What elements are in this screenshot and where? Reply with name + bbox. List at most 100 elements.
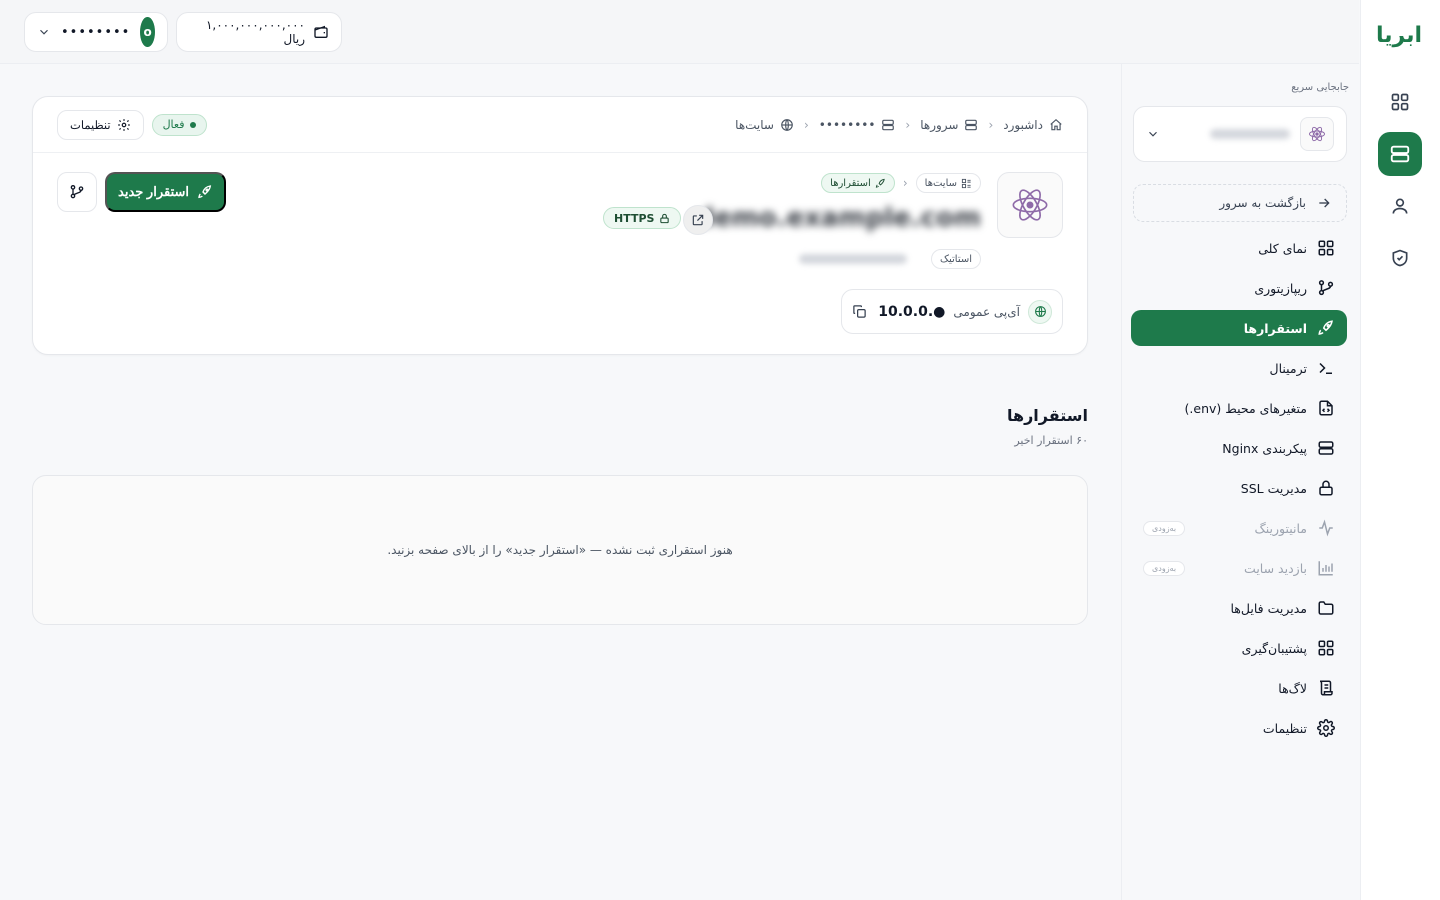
lock-icon <box>659 213 670 224</box>
icon-rail: ابریا <box>1360 0 1440 900</box>
nav-label: نمای کلی <box>1258 240 1307 256</box>
grid-icon <box>1390 92 1410 112</box>
server-icon <box>1317 439 1335 457</box>
home-icon <box>1049 118 1063 132</box>
brand-logo[interactable]: ابریا <box>1368 20 1430 50</box>
arrow-right-icon <box>1316 195 1332 211</box>
nav-site-visits: بازدید سایت به‌زودی <box>1131 550 1347 586</box>
breadcrumb-servers[interactable]: سرورها <box>920 118 978 132</box>
nav-env-vars[interactable]: متغیرهای محیط (env.) <box>1131 390 1347 426</box>
breadcrumb-dashboard[interactable]: داشبورد <box>1003 118 1063 132</box>
nav-label: تنظیمات <box>1262 720 1307 736</box>
chevron-down-icon <box>37 25 51 39</box>
nav-label: مدیریت فایل‌ها <box>1230 600 1308 616</box>
chevron-left-icon: ‹ <box>902 176 908 190</box>
quick-switch-dropdown[interactable] <box>1133 106 1347 162</box>
globe-icon <box>1028 299 1052 324</box>
nav-label: پیکربندی Nginx <box>1222 440 1307 456</box>
rail-servers-button[interactable] <box>1378 132 1422 176</box>
chevron-down-icon <box>1146 127 1160 141</box>
rail-dashboard-button[interactable] <box>1378 80 1422 124</box>
nav-backups[interactable]: پشتیبان‌گیری <box>1131 630 1347 666</box>
deployments-subtitle: ۶۰ استقرار اخیر <box>1014 434 1088 447</box>
soon-badge: به‌زودی <box>1143 520 1186 536</box>
bar-chart-icon <box>1317 559 1335 577</box>
ip-value: 10.0.0.● <box>878 303 946 320</box>
branch-button[interactable] <box>57 172 97 212</box>
top-bar: ۱,۰۰۰,۰۰۰,۰۰۰,۰۰۰ ریال o •••••••• <box>0 0 1359 64</box>
globe-icon <box>780 118 794 132</box>
terminal-icon <box>1317 359 1335 377</box>
nav-file-manager[interactable]: مدیریت فایل‌ها <box>1131 590 1347 626</box>
server-icon <box>1389 143 1411 165</box>
nav-label: استقرارها <box>1243 320 1307 336</box>
user-menu[interactable]: o •••••••• <box>24 12 168 52</box>
rocket-icon <box>875 178 886 189</box>
nav-ssl[interactable]: مدیریت SSL <box>1131 470 1347 506</box>
nav-logs[interactable]: لاگ‌ها <box>1131 670 1347 706</box>
breadcrumb-label: •••••••• <box>818 117 876 132</box>
card-header: داشبورد ‹ سرورها ‹ •••••••• ‹ سایت‌ها تن… <box>33 97 1087 153</box>
activity-icon <box>1317 519 1335 537</box>
status-dot <box>190 121 197 128</box>
breadcrumb-label: سایت‌ها <box>735 117 774 132</box>
user-name: •••••••• <box>61 24 131 40</box>
external-link-icon <box>691 213 705 227</box>
user-icon <box>1390 196 1410 216</box>
new-deploy-label: استقرار جدید <box>118 184 189 199</box>
nav-label: بازدید سایت <box>1244 560 1307 576</box>
rail-account-button[interactable] <box>1378 184 1422 228</box>
site-title: demo.example.com <box>695 203 981 233</box>
nav-repository[interactable]: ریپازیتوری <box>1131 270 1347 306</box>
wallet-icon <box>313 24 329 40</box>
nav-label: مدیریت SSL <box>1240 480 1307 496</box>
breadcrumb-label: داشبورد <box>1003 117 1043 132</box>
chip-label: استقرارها <box>830 177 871 189</box>
chevron-left-icon: ‹ <box>905 117 911 132</box>
nav-label: لاگ‌ها <box>1278 680 1307 696</box>
site-mini-breadcrumb: سایت‌ها ‹ استقرارها <box>821 173 981 193</box>
list-icon <box>961 178 972 189</box>
file-code-icon <box>1317 399 1335 417</box>
git-branch-icon <box>69 184 85 200</box>
status-label: فعال <box>162 118 185 131</box>
react-icon <box>1300 117 1334 151</box>
rocket-icon <box>1317 319 1335 337</box>
nav-label: پشتیبان‌گیری <box>1241 640 1307 656</box>
chip-sites[interactable]: سایت‌ها <box>915 173 981 193</box>
breadcrumb: داشبورد ‹ سرورها ‹ •••••••• ‹ سایت‌ها <box>735 118 1063 132</box>
nav-settings[interactable]: تنظیمات <box>1131 710 1347 746</box>
server-icon <box>964 118 978 132</box>
site-logo <box>997 172 1063 238</box>
gear-icon <box>117 118 131 132</box>
wallet-balance[interactable]: ۱,۰۰۰,۰۰۰,۰۰۰,۰۰۰ ریال <box>176 12 342 52</box>
deployments-empty-state: هنوز استقراری ثبت نشده — «استقرار جدید» … <box>32 475 1088 625</box>
lock-icon <box>1317 479 1335 497</box>
new-deploy-button[interactable]: استقرار جدید <box>105 172 226 212</box>
status-badge: فعال <box>151 113 208 136</box>
nav-nginx[interactable]: پیکربندی Nginx <box>1131 430 1347 466</box>
open-site-button[interactable] <box>683 205 713 235</box>
grid-icon <box>1317 239 1335 257</box>
ip-label: آی‌پی عمومی <box>953 304 1020 319</box>
chevron-left-icon: ‹ <box>803 117 809 132</box>
public-ip-box: آی‌پی عمومی 10.0.0.● <box>841 289 1063 334</box>
nav-overview[interactable]: نمای کلی <box>1131 230 1347 266</box>
react-icon <box>1010 185 1050 225</box>
https-label: HTTPS <box>614 211 655 225</box>
site-settings-button[interactable]: تنظیمات <box>57 109 144 140</box>
site-header-card: داشبورد ‹ سرورها ‹ •••••••• ‹ سایت‌ها تن… <box>32 96 1088 355</box>
site-type-badge: استاتیک <box>931 249 981 269</box>
gear-icon <box>1317 719 1335 737</box>
chip-label: سایت‌ها <box>924 177 957 189</box>
header-actions: تنظیمات فعال <box>57 109 208 140</box>
deployments-title: استقرارها <box>1006 406 1088 425</box>
nav-deployments[interactable]: استقرارها <box>1131 310 1347 346</box>
breadcrumb-sites[interactable]: سایت‌ها <box>735 118 794 132</box>
grid-icon <box>1317 639 1335 657</box>
nav-terminal[interactable]: ترمینال <box>1131 350 1347 386</box>
back-to-server-button[interactable]: بازگشت به سرور <box>1133 184 1347 222</box>
copy-icon[interactable] <box>852 304 867 319</box>
breadcrumb-server-name[interactable]: •••••••• <box>819 118 896 132</box>
rail-security-button[interactable] <box>1378 236 1422 280</box>
